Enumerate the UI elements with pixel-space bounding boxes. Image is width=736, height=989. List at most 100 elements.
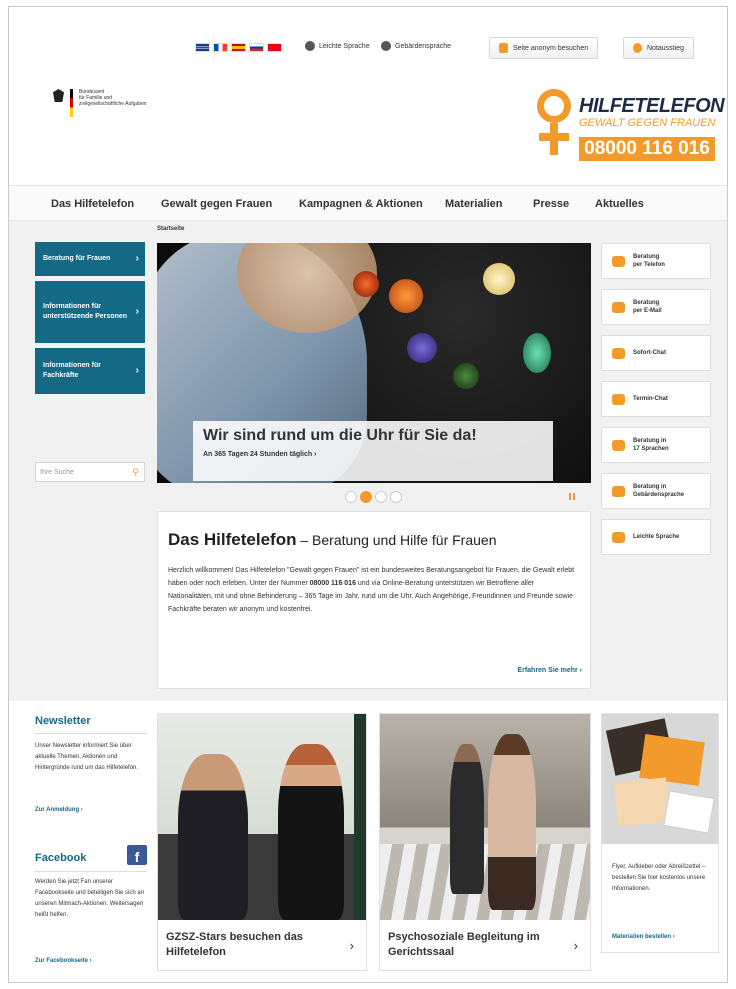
slider-dot[interactable]	[345, 491, 357, 503]
languages-icon	[612, 439, 625, 451]
newsletter-text: Unser Newsletter informiert Sie über akt…	[35, 743, 139, 771]
pause-icon[interactable]	[569, 493, 575, 500]
sign-language-icon	[381, 41, 391, 51]
nav-item-gewalt[interactable]: Gewalt gegen Frauen	[161, 198, 272, 210]
federal-eagle-icon	[53, 89, 64, 102]
federal-flag-bar	[70, 89, 73, 117]
hero-caption[interactable]: Wir sind rund um die Uhr für Sie da! An …	[193, 421, 553, 481]
main-navigation: Das Hilfetelefon Gewalt gegen Frauen Kam…	[9, 185, 727, 221]
emergency-exit-button[interactable]: Notausstieg	[623, 37, 694, 59]
easy-language-button[interactable]: Leichte Sprache	[601, 519, 711, 555]
ministry-line-3: zivilgesellschaftliche Aufgaben	[79, 101, 147, 107]
rs-label: Beratung	[633, 254, 660, 260]
breadcrumb[interactable]: Startseite	[157, 226, 184, 232]
nav-item-aktuelles[interactable]: Aktuelles	[595, 198, 644, 210]
teaser-caption: Psychosoziale Begleitung im Gerichtssaal	[388, 931, 540, 958]
chevron-right-icon: ›	[349, 938, 354, 953]
flag-es-icon[interactable]	[231, 43, 246, 52]
appointment-chat-button[interactable]: Termin-Chat	[601, 381, 711, 417]
learn-more-link[interactable]: Erfahren Sie mehr ›	[517, 667, 582, 674]
teaser-card-gzsz[interactable]: GZSZ-Stars besuchen das Hilfetelefon ›	[157, 713, 367, 971]
search-icon[interactable]: ⚲	[132, 467, 139, 478]
rs-label: Sofort-Chat	[633, 350, 666, 356]
instant-chat-button[interactable]: Sofort-Chat	[601, 335, 711, 371]
languages-button[interactable]: Beratung in 17 Sprachen	[601, 427, 711, 463]
nav-item-hilfetelefon[interactable]: Das Hilfetelefon	[51, 198, 134, 210]
intro-box: Das Hilfetelefon – Beratung und Hilfe fü…	[157, 511, 591, 689]
search-input[interactable]: Ihre Suche ⚲	[35, 462, 145, 482]
person-figure	[178, 754, 248, 920]
counseling-email-button[interactable]: Beratung per E-Mail	[601, 289, 711, 325]
teaser-card-court[interactable]: Psychosoziale Begleitung im Gerichtssaal…	[379, 713, 591, 971]
facebook-page-link[interactable]: Zur Facebookseite ›	[35, 958, 92, 964]
facebook-icon[interactable]: f	[127, 845, 147, 865]
simple-language-label: Leichte Sprache	[319, 42, 370, 50]
anonymous-visit-button[interactable]: Seite anonym besuchen	[489, 37, 599, 59]
flyer	[613, 777, 671, 827]
hero-slider[interactable]: Wir sind rund um die Uhr für Sie da! An …	[157, 243, 591, 483]
nav-item-presse[interactable]: Presse	[533, 198, 569, 210]
materials-card[interactable]: Flyer, Aufkleber oder Abreißzettel – bes…	[601, 713, 719, 953]
logo-subtitle: GEWALT GEGEN FRAUEN	[579, 117, 716, 129]
utility-bar: Leichte Sprache Gebärdensprache Seite an…	[9, 35, 727, 65]
rs-label: Termin-Chat	[633, 396, 668, 402]
logo-title: HILFETELEFON	[579, 95, 725, 117]
slider-dot[interactable]	[390, 491, 402, 503]
ministry-name: Bundesamt für Familie und zivilgesellsch…	[79, 89, 189, 107]
nav-item-materialien[interactable]: Materialien	[445, 198, 502, 210]
slider-dot-active[interactable]	[360, 491, 372, 503]
language-flags	[195, 43, 282, 52]
sidebar-button-professionals[interactable]: Informationen für Fachkräfte ›	[35, 348, 145, 394]
crosswalk	[380, 844, 590, 920]
search-placeholder: Ihre Suche	[40, 468, 74, 476]
sign-language-label: Gebärdensprache	[395, 42, 452, 50]
sidebar-button-women-label: Beratung für Frauen	[43, 255, 111, 262]
slider-dot[interactable]	[375, 491, 387, 503]
flag-ru-icon[interactable]	[249, 43, 264, 52]
chevron-right-icon: ›	[135, 306, 139, 317]
venus-symbol-icon	[535, 89, 575, 161]
easy-language-icon	[612, 531, 625, 543]
intro-text: Herzlich willkommen! Das Hilfetelefon "G…	[168, 564, 580, 616]
rs-label: Leichte Sprache	[633, 534, 680, 540]
rs-label: 17 Sprachen	[633, 446, 669, 452]
hero-subtitle[interactable]: An 365 Tagen 24 Stunden täglich ›	[203, 451, 543, 458]
bokeh-light	[523, 333, 551, 373]
rs-label: per Telefon	[633, 262, 665, 268]
bokeh-light	[483, 263, 515, 295]
rs-label: Gebärdensprache	[633, 492, 685, 498]
nav-item-kampagnen[interactable]: Kampagnen & Aktionen	[299, 198, 423, 210]
newsletter-signup-link[interactable]: Zur Anmeldung ›	[35, 807, 83, 813]
emergency-exit-label: Notausstieg	[647, 44, 684, 52]
order-materials-link[interactable]: Materialien bestellen ›	[612, 934, 675, 940]
flag-tr-icon[interactable]	[267, 43, 282, 52]
intro-title: Das Hilfetelefon – Beratung und Hilfe fü…	[168, 530, 580, 550]
hero-title: Wir sind rund um die Uhr für Sie da!	[203, 427, 477, 444]
person-figure	[278, 744, 344, 920]
chat-bubble-icon	[612, 393, 625, 405]
chevron-right-icon: ›	[135, 253, 139, 264]
door-frame	[354, 714, 366, 920]
sidebar-button-women[interactable]: Beratung für Frauen ›	[35, 242, 145, 276]
person-figure	[450, 744, 484, 894]
teaser-image-gzsz	[158, 714, 366, 920]
lock-icon	[499, 43, 508, 53]
chat-person-icon	[612, 347, 625, 359]
materials-image	[602, 714, 718, 844]
ministry-logo[interactable]: Bundesamt für Familie und zivilgesellsch…	[53, 89, 189, 117]
rs-label: Beratung in	[633, 438, 667, 444]
intro-title-rest: – Beratung und Hilfe für Frauen	[296, 532, 497, 548]
slider-dots	[345, 491, 402, 503]
anonymous-visit-label: Seite anonym besuchen	[513, 44, 589, 52]
counseling-phone-button[interactable]: Beratung per Telefon	[601, 243, 711, 279]
flag-fr-icon[interactable]	[213, 43, 228, 52]
sidebar-button-supporters-label: Informationen für unterstützende Persone…	[43, 303, 128, 320]
flag-en-icon[interactable]	[195, 43, 210, 52]
mail-icon	[612, 301, 625, 313]
sidebar-button-supporters[interactable]: Informationen für unterstützende Persone…	[35, 281, 145, 343]
sign-language-counseling-button[interactable]: Beratung in Gebärdensprache	[601, 473, 711, 509]
simple-language-link[interactable]: Leichte Sprache	[305, 41, 370, 51]
sign-language-link[interactable]: Gebärdensprache	[381, 41, 451, 51]
materials-text: Flyer, Aufkleber oder Abreißzettel – bes…	[612, 864, 706, 892]
bokeh-light	[389, 279, 423, 313]
